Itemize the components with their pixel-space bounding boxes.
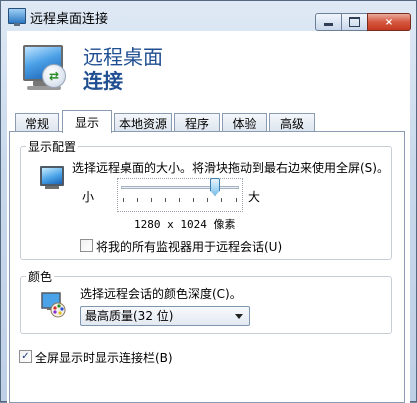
tab-advanced[interactable]: 高级: [269, 113, 315, 132]
slider-track: [121, 186, 239, 189]
all-monitors-label: 将我的所有监视器用于远程会话(U): [96, 240, 283, 254]
slider-tick: [193, 198, 194, 202]
close-icon: ×: [384, 16, 394, 28]
display-config-title: 显示配置: [26, 138, 79, 155]
maximize-icon: [349, 17, 360, 27]
slider-tick: [236, 198, 237, 202]
tab-label: 高级: [279, 116, 304, 131]
colors-title: 颜色: [26, 268, 55, 285]
fullscreen-bar-label: 全屏显示时显示连接栏(B): [35, 351, 173, 365]
color-depth-value: 最高质量(32 位): [85, 309, 174, 323]
tab-label: 本地资源: [118, 116, 167, 131]
banner: ⇄ 远程桌面 连接: [7, 31, 410, 109]
tab-label: 体验: [232, 116, 257, 131]
tab-display[interactable]: 显示: [62, 110, 112, 133]
maximize-button[interactable]: [341, 13, 368, 31]
tab-programs[interactable]: 程序: [174, 113, 220, 132]
slider-tick: [179, 198, 180, 202]
slider-tick: [123, 198, 124, 202]
tab-label: 显示: [74, 115, 99, 130]
checkmark-icon: ✓: [21, 351, 30, 362]
tab-strip: 常规 显示 本地资源 程序 体验 高级: [11, 110, 406, 133]
tab-experience[interactable]: 体验: [222, 113, 267, 132]
slider-max-label: 大: [248, 190, 261, 204]
minimize-button[interactable]: [315, 13, 342, 31]
display-monitor-icon: [40, 166, 64, 186]
slider-tick: [151, 198, 152, 202]
tab-label: 程序: [184, 116, 209, 131]
connect-arrow-icon: ⇄: [42, 64, 66, 88]
slider-tick: [165, 198, 166, 202]
tab-label: 常规: [24, 116, 49, 131]
fullscreen-bar-checkbox[interactable]: ✓: [19, 350, 32, 363]
chevron-down-icon: [235, 314, 243, 319]
color-palette-icon: [41, 292, 66, 318]
display-description: 选择远程桌面的大小。将滑块拖动到最右边来使用全屏(S)。: [72, 161, 389, 175]
minimize-icon: [324, 22, 333, 26]
slider-tick: [137, 198, 138, 202]
tab-general[interactable]: 常规: [15, 113, 59, 132]
window-title: 远程桌面连接: [30, 12, 109, 27]
banner-title-line2: 连接: [83, 69, 123, 93]
slider-tick: [207, 198, 208, 202]
resolution-label: 1280 x 1024 像素: [134, 218, 236, 231]
colors-description: 选择远程会话的颜色深度(C)。: [80, 287, 242, 301]
slider-tick: [221, 198, 222, 202]
all-monitors-checkbox[interactable]: [80, 239, 93, 252]
color-depth-select[interactable]: 最高质量(32 位): [80, 306, 250, 326]
slider-min-label: 小: [82, 190, 95, 204]
resolution-slider[interactable]: [117, 178, 243, 212]
tab-local-resources[interactable]: 本地资源: [114, 113, 172, 132]
title-bar[interactable]: 远程桌面连接 ×: [1, 1, 416, 31]
remote-desktop-app-icon: [8, 8, 26, 26]
close-button[interactable]: ×: [367, 13, 411, 31]
display-monitor-stand: [45, 186, 59, 189]
